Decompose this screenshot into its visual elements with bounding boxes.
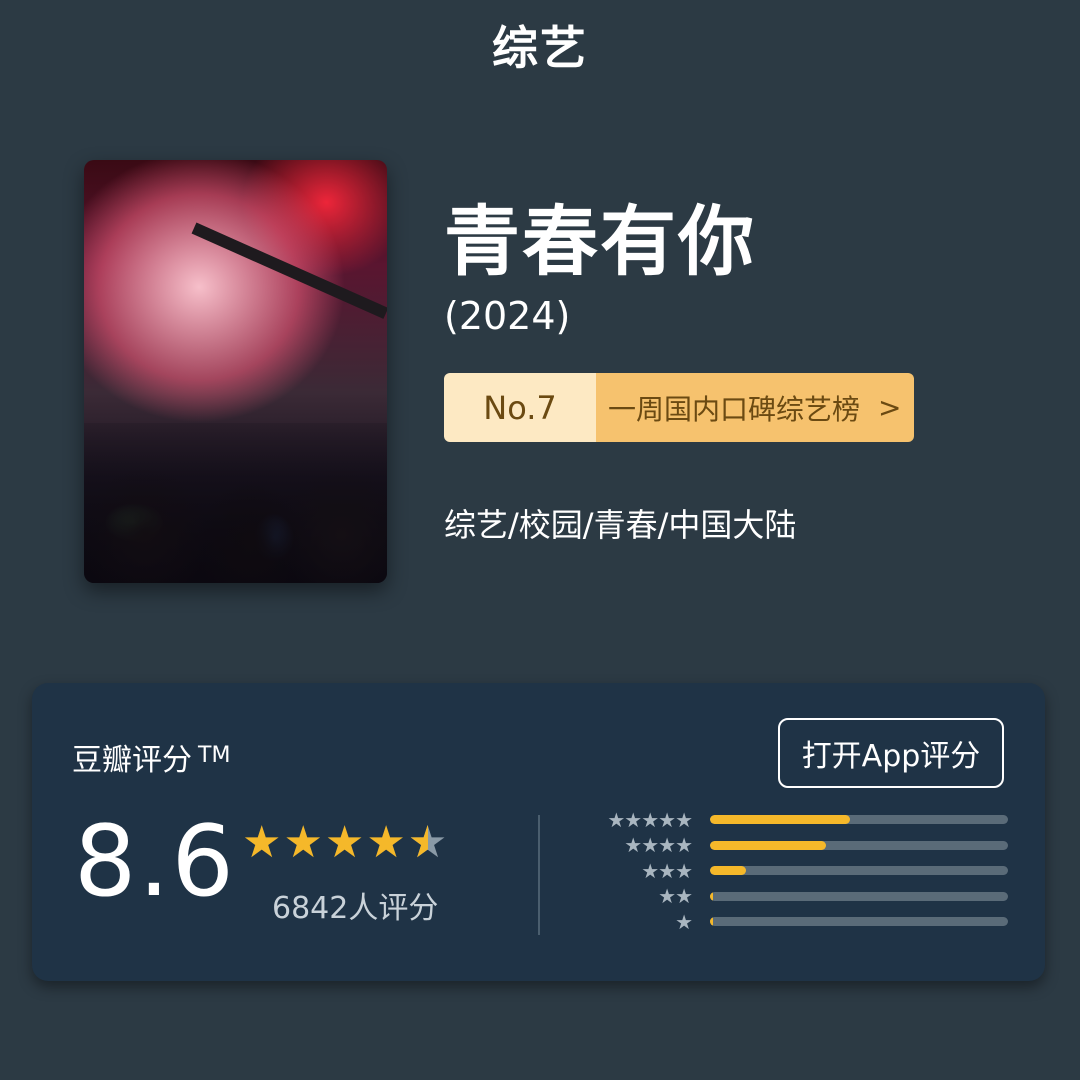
distribution-bar [710,866,1008,876]
poster-image[interactable] [84,160,387,583]
distribution-fill [710,891,713,901]
open-app-rate-button[interactable]: 打开App评分 [778,718,1004,788]
distribution-row: ★★★★★ [586,807,1008,833]
rating-distribution: ★★★★★ ★★★★ ★★★ ★★ ★ [586,807,1008,935]
distribution-row: ★★★★ [586,833,1008,859]
distribution-bar [710,917,1008,927]
poster-crane [191,222,387,319]
rating-source: 豆瓣评分 TM [72,735,230,779]
divider [538,815,540,935]
star-icon: ★ [324,817,365,868]
star-icon: ★ [366,817,406,868]
distribution-bar [710,840,1008,850]
show-title: 青春有你 [444,197,756,286]
star-icon: ★ [408,821,447,866]
star-level-icons: ★★ [658,884,693,909]
star-level-icons: ★★★★ [624,833,693,858]
distribution-bar [710,815,1008,825]
page-title: 综艺 [492,21,588,75]
rank-badge[interactable]: No.7 一周国内口碑综艺榜 > [444,373,914,442]
distribution-row: ★★★ [586,858,1008,884]
poster-crowd [84,423,387,583]
rating-stars: ★ ★ ★ ★ ★ [242,817,447,868]
distribution-fill [710,815,851,825]
rating-source-label: 豆瓣评分 [72,743,192,778]
distribution-fill [710,917,713,927]
vote-count: 6842人评分 [272,891,439,926]
star-icon: ★ [242,817,282,868]
trademark-mark: TM [198,743,231,768]
distribution-fill [710,866,746,876]
rank-list-link[interactable]: 一周国内口碑综艺榜 > [596,373,914,442]
distribution-bar [710,891,1008,901]
rating-score: 8.6 [74,805,236,919]
rating-card: 豆瓣评分TM 打开App评分 8.6 ★ ★ ★ ★ ★ 6842人评分 ★★★… [32,683,1045,981]
genre-tags: 综艺/校园/青春/中国大陆 [444,506,797,544]
distribution-fill [710,840,827,850]
star-level-icons: ★★★ [641,858,693,883]
chevron-right-icon: > [878,391,902,424]
star-level-icons: ★★★★★ [607,807,693,832]
distribution-row: ★ [586,909,1008,935]
rank-number: No.7 [444,373,596,442]
star-icon: ★ [283,817,323,868]
distribution-row: ★★ [586,884,1008,910]
star-level-icons: ★ [675,909,693,934]
rank-list-label: 一周国内口碑综艺榜 [608,392,861,426]
show-year: (2024) [444,294,571,338]
